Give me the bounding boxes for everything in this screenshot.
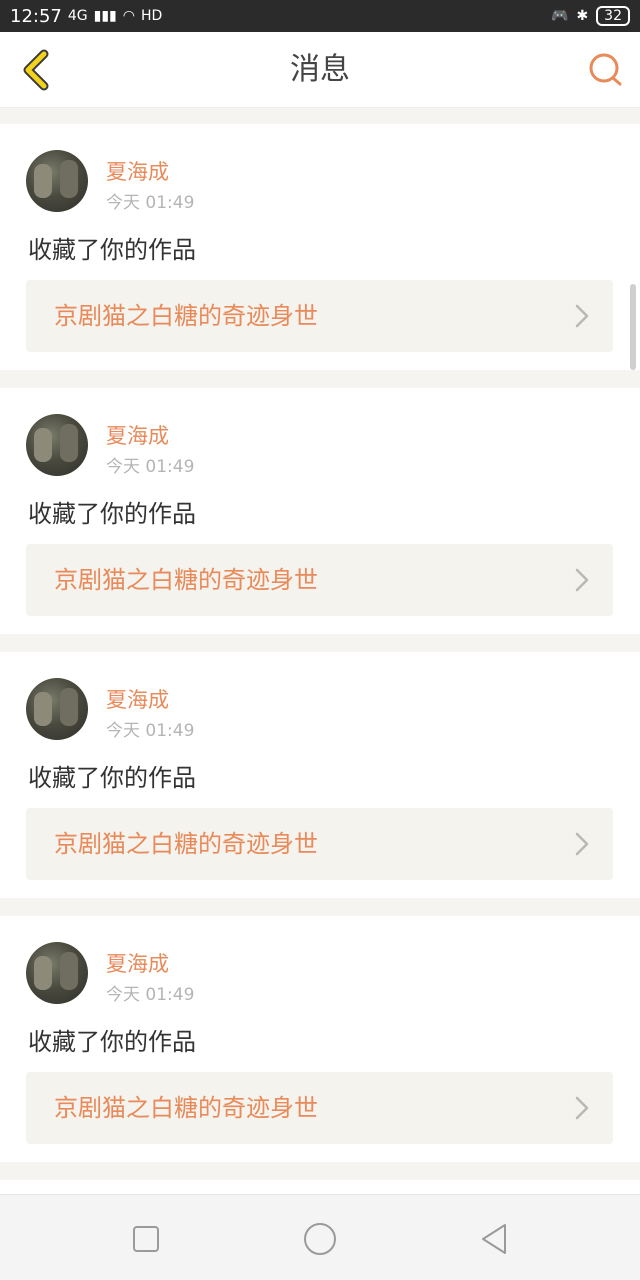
work-title: 京剧猫之白糖的奇迹身世: [54, 566, 318, 594]
username[interactable]: 夏海成: [106, 948, 169, 978]
home-button[interactable]: [300, 1219, 340, 1259]
bluetooth-icon: ✱: [576, 8, 589, 24]
search-icon: [589, 53, 622, 86]
hd-icon: HD: [140, 8, 163, 24]
avatar[interactable]: [26, 414, 88, 476]
notification-card[interactable]: 夏海成 今天 01:49 收藏了你的作品 京剧猫之白糖的奇迹身世: [0, 388, 640, 634]
notification-card[interactable]: 夏海成 今天 01:49 收藏了你的作品 京剧猫之白糖的奇迹身世: [0, 124, 640, 370]
timestamp: 今天 01:49: [106, 985, 195, 1005]
notification-card[interactable]: 夏海成 今天 01:49 收藏了你的作品 京剧猫之白糖的奇迹身世: [0, 652, 640, 898]
gamepad-icon: 🎮: [551, 8, 569, 24]
battery-indicator: 32: [596, 6, 630, 26]
message-text: 收藏了你的作品: [28, 764, 196, 792]
username[interactable]: 夏海成: [106, 684, 169, 714]
signal-icon: ▮▮▮: [93, 8, 117, 24]
timestamp: 今天 01:49: [106, 721, 195, 741]
wifi-icon: ◠: [122, 8, 135, 24]
work-link[interactable]: 京剧猫之白糖的奇迹身世: [26, 808, 613, 880]
status-right: 🎮 ✱ 32: [551, 6, 630, 26]
username[interactable]: 夏海成: [106, 156, 169, 186]
work-link[interactable]: 京剧猫之白糖的奇迹身世: [26, 280, 613, 352]
chevron-right-icon: [575, 1096, 589, 1120]
triangle-back-icon: [482, 1224, 506, 1254]
page-title: 消息: [290, 52, 350, 87]
notification-list[interactable]: 夏海成 今天 01:49 收藏了你的作品 京剧猫之白糖的奇迹身世 夏海成 今天 …: [0, 108, 640, 1194]
work-link[interactable]: 京剧猫之白糖的奇迹身世: [26, 544, 613, 616]
status-left: 12:57 4G ▮▮▮ ◠ HD: [10, 6, 162, 27]
app-bar: 消息: [0, 32, 640, 108]
chevron-right-icon: [575, 832, 589, 856]
work-title: 京剧猫之白糖的奇迹身世: [54, 830, 318, 858]
timestamp: 今天 01:49: [106, 457, 195, 477]
username[interactable]: 夏海成: [106, 420, 169, 450]
avatar[interactable]: [26, 942, 88, 1004]
circle-icon: [304, 1223, 336, 1255]
avatar[interactable]: [26, 678, 88, 740]
timestamp: 今天 01:49: [106, 193, 195, 213]
work-link[interactable]: 京剧猫之白糖的奇迹身世: [26, 1072, 613, 1144]
recent-apps-button[interactable]: [126, 1219, 166, 1259]
clock: 12:57: [10, 5, 62, 27]
system-nav-bar: [0, 1194, 640, 1280]
network-type: 4G: [67, 8, 88, 24]
back-nav-button[interactable]: [474, 1219, 514, 1259]
chevron-right-icon: [575, 304, 589, 328]
message-text: 收藏了你的作品: [28, 1028, 196, 1056]
search-button[interactable]: [584, 48, 628, 92]
chevron-right-icon: [575, 568, 589, 592]
square-icon: [133, 1226, 159, 1252]
status-bar: 12:57 4G ▮▮▮ ◠ HD 🎮 ✱ 32: [0, 0, 640, 32]
chevron-left-icon: [23, 49, 49, 91]
notification-card[interactable]: 夏海成 今天 01:49 收藏了你的作品 京剧猫之白糖的奇迹身世: [0, 916, 640, 1162]
notification-card-partial: [0, 1180, 640, 1194]
work-title: 京剧猫之白糖的奇迹身世: [54, 302, 318, 330]
scrollbar[interactable]: [630, 284, 636, 370]
message-text: 收藏了你的作品: [28, 236, 196, 264]
back-button[interactable]: [12, 46, 60, 94]
message-text: 收藏了你的作品: [28, 500, 196, 528]
avatar[interactable]: [26, 150, 88, 212]
work-title: 京剧猫之白糖的奇迹身世: [54, 1094, 318, 1122]
